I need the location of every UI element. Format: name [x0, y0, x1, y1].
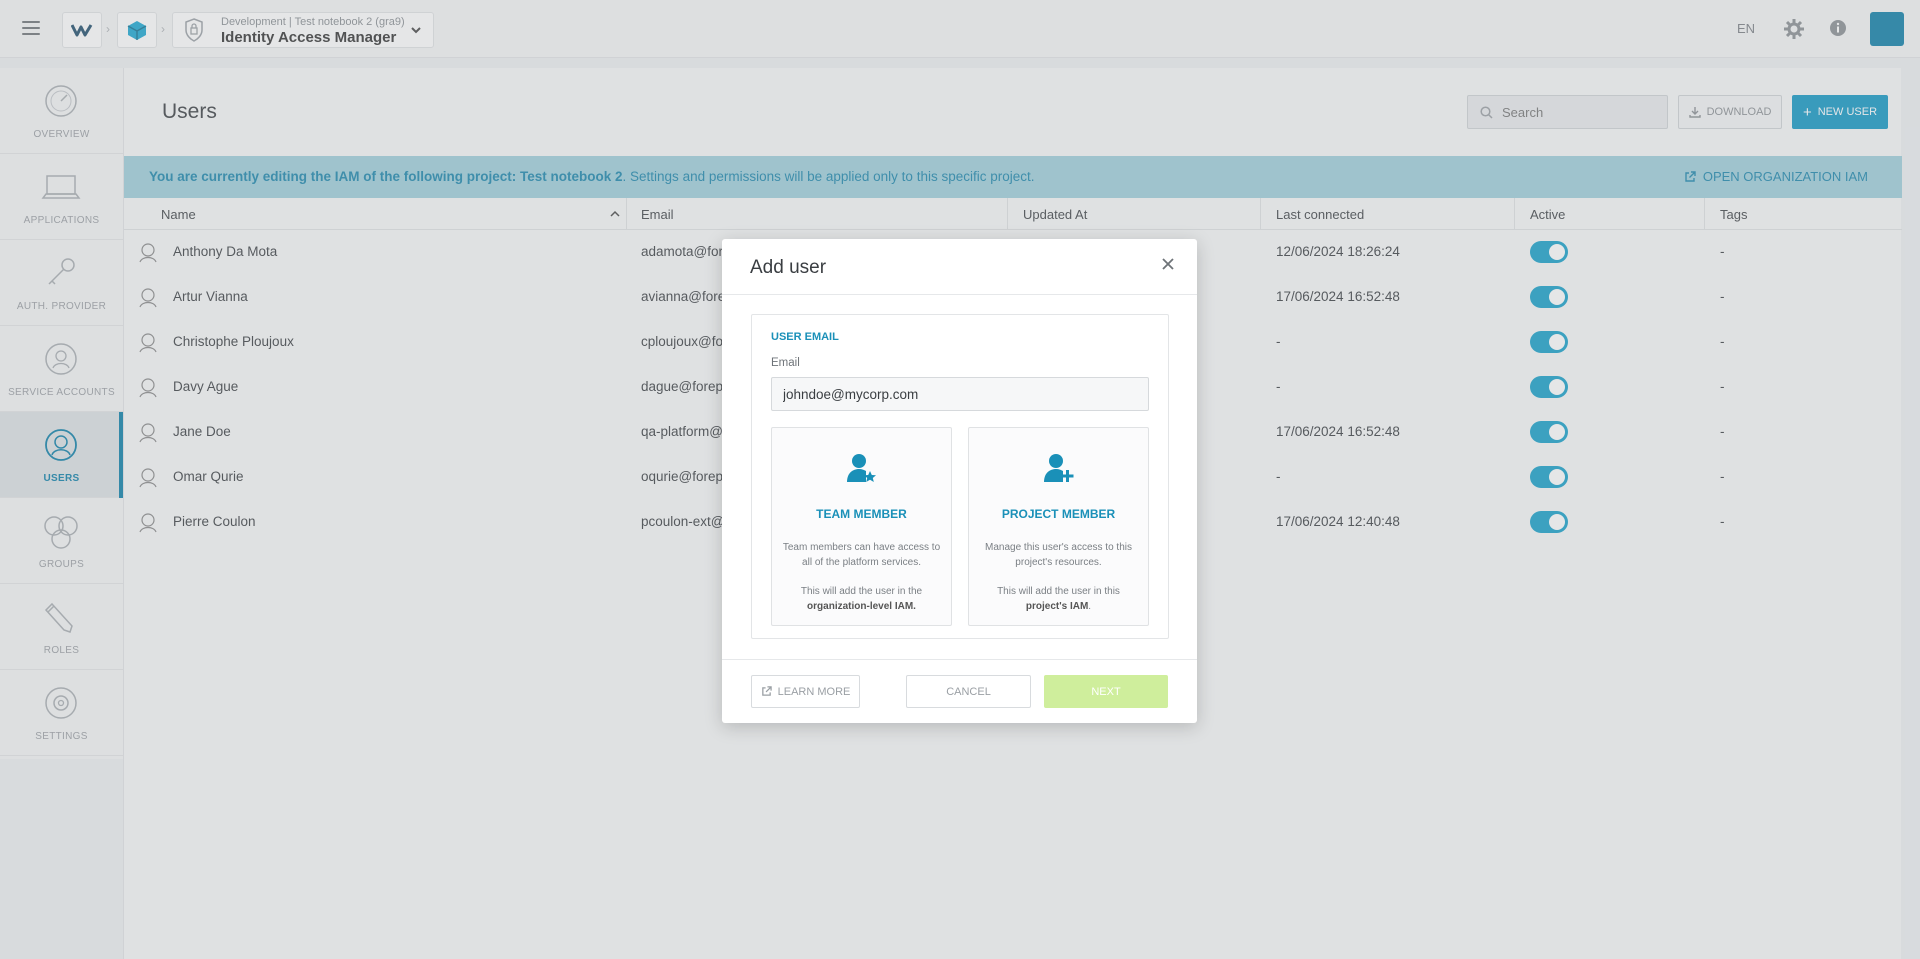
- section-title: USER EMAIL: [771, 331, 839, 343]
- user-star-icon: [847, 454, 876, 482]
- project-member-card[interactable]: PROJECT MEMBER Manage this user's access…: [968, 427, 1149, 626]
- team-member-note-bold: organization-level IAM.: [807, 601, 916, 612]
- project-member-note-prefix: This will add the user in this: [997, 586, 1120, 597]
- close-icon[interactable]: [1161, 257, 1175, 271]
- dialog-footer: LEARN MORE CANCEL NEXT: [722, 659, 1197, 723]
- user-plus-icon: [1044, 454, 1074, 482]
- external-link-icon: [761, 686, 772, 696]
- email-label: Email: [771, 357, 800, 369]
- team-member-title: TEAM MEMBER: [816, 507, 907, 521]
- email-field[interactable]: [771, 377, 1149, 411]
- team-member-note-prefix: This will add the user in the: [800, 586, 923, 597]
- project-member-description: Manage this user's access to this projec…: [985, 542, 1132, 568]
- team-member-note: This will add the user in the organizati…: [780, 584, 943, 614]
- project-member-note-bold: project's IAM: [1025, 601, 1089, 612]
- project-member-title: PROJECT MEMBER: [1001, 507, 1116, 521]
- dialog-title: Add user: [750, 257, 827, 278]
- cancel-button[interactable]: CANCEL: [906, 675, 1031, 708]
- project-member-note-suffix: .: [1088, 601, 1092, 612]
- team-member-card[interactable]: TEAM MEMBER Team members can have access…: [771, 427, 952, 626]
- project-member-note: This will add the user in this project's…: [977, 584, 1140, 614]
- user-email-section: USER EMAIL Email TEAM MEMBER Team member…: [751, 314, 1169, 639]
- learn-more-label: LEARN MORE: [777, 685, 851, 698]
- dialog-header: Add user: [722, 239, 1197, 295]
- team-member-description: Team members can have access to all of t…: [782, 542, 941, 568]
- next-button[interactable]: NEXT: [1044, 675, 1168, 708]
- add-user-dialog: Add user USER EMAIL Email TEAM MEMBER Te…: [722, 239, 1197, 723]
- learn-more-button[interactable]: LEARN MORE: [751, 675, 860, 708]
